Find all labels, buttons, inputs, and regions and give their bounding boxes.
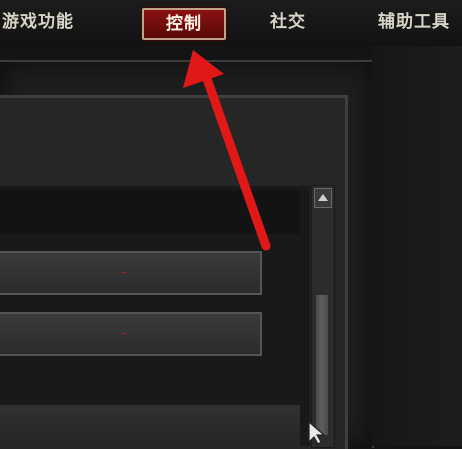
red-arrow-icon: [183, 50, 271, 251]
